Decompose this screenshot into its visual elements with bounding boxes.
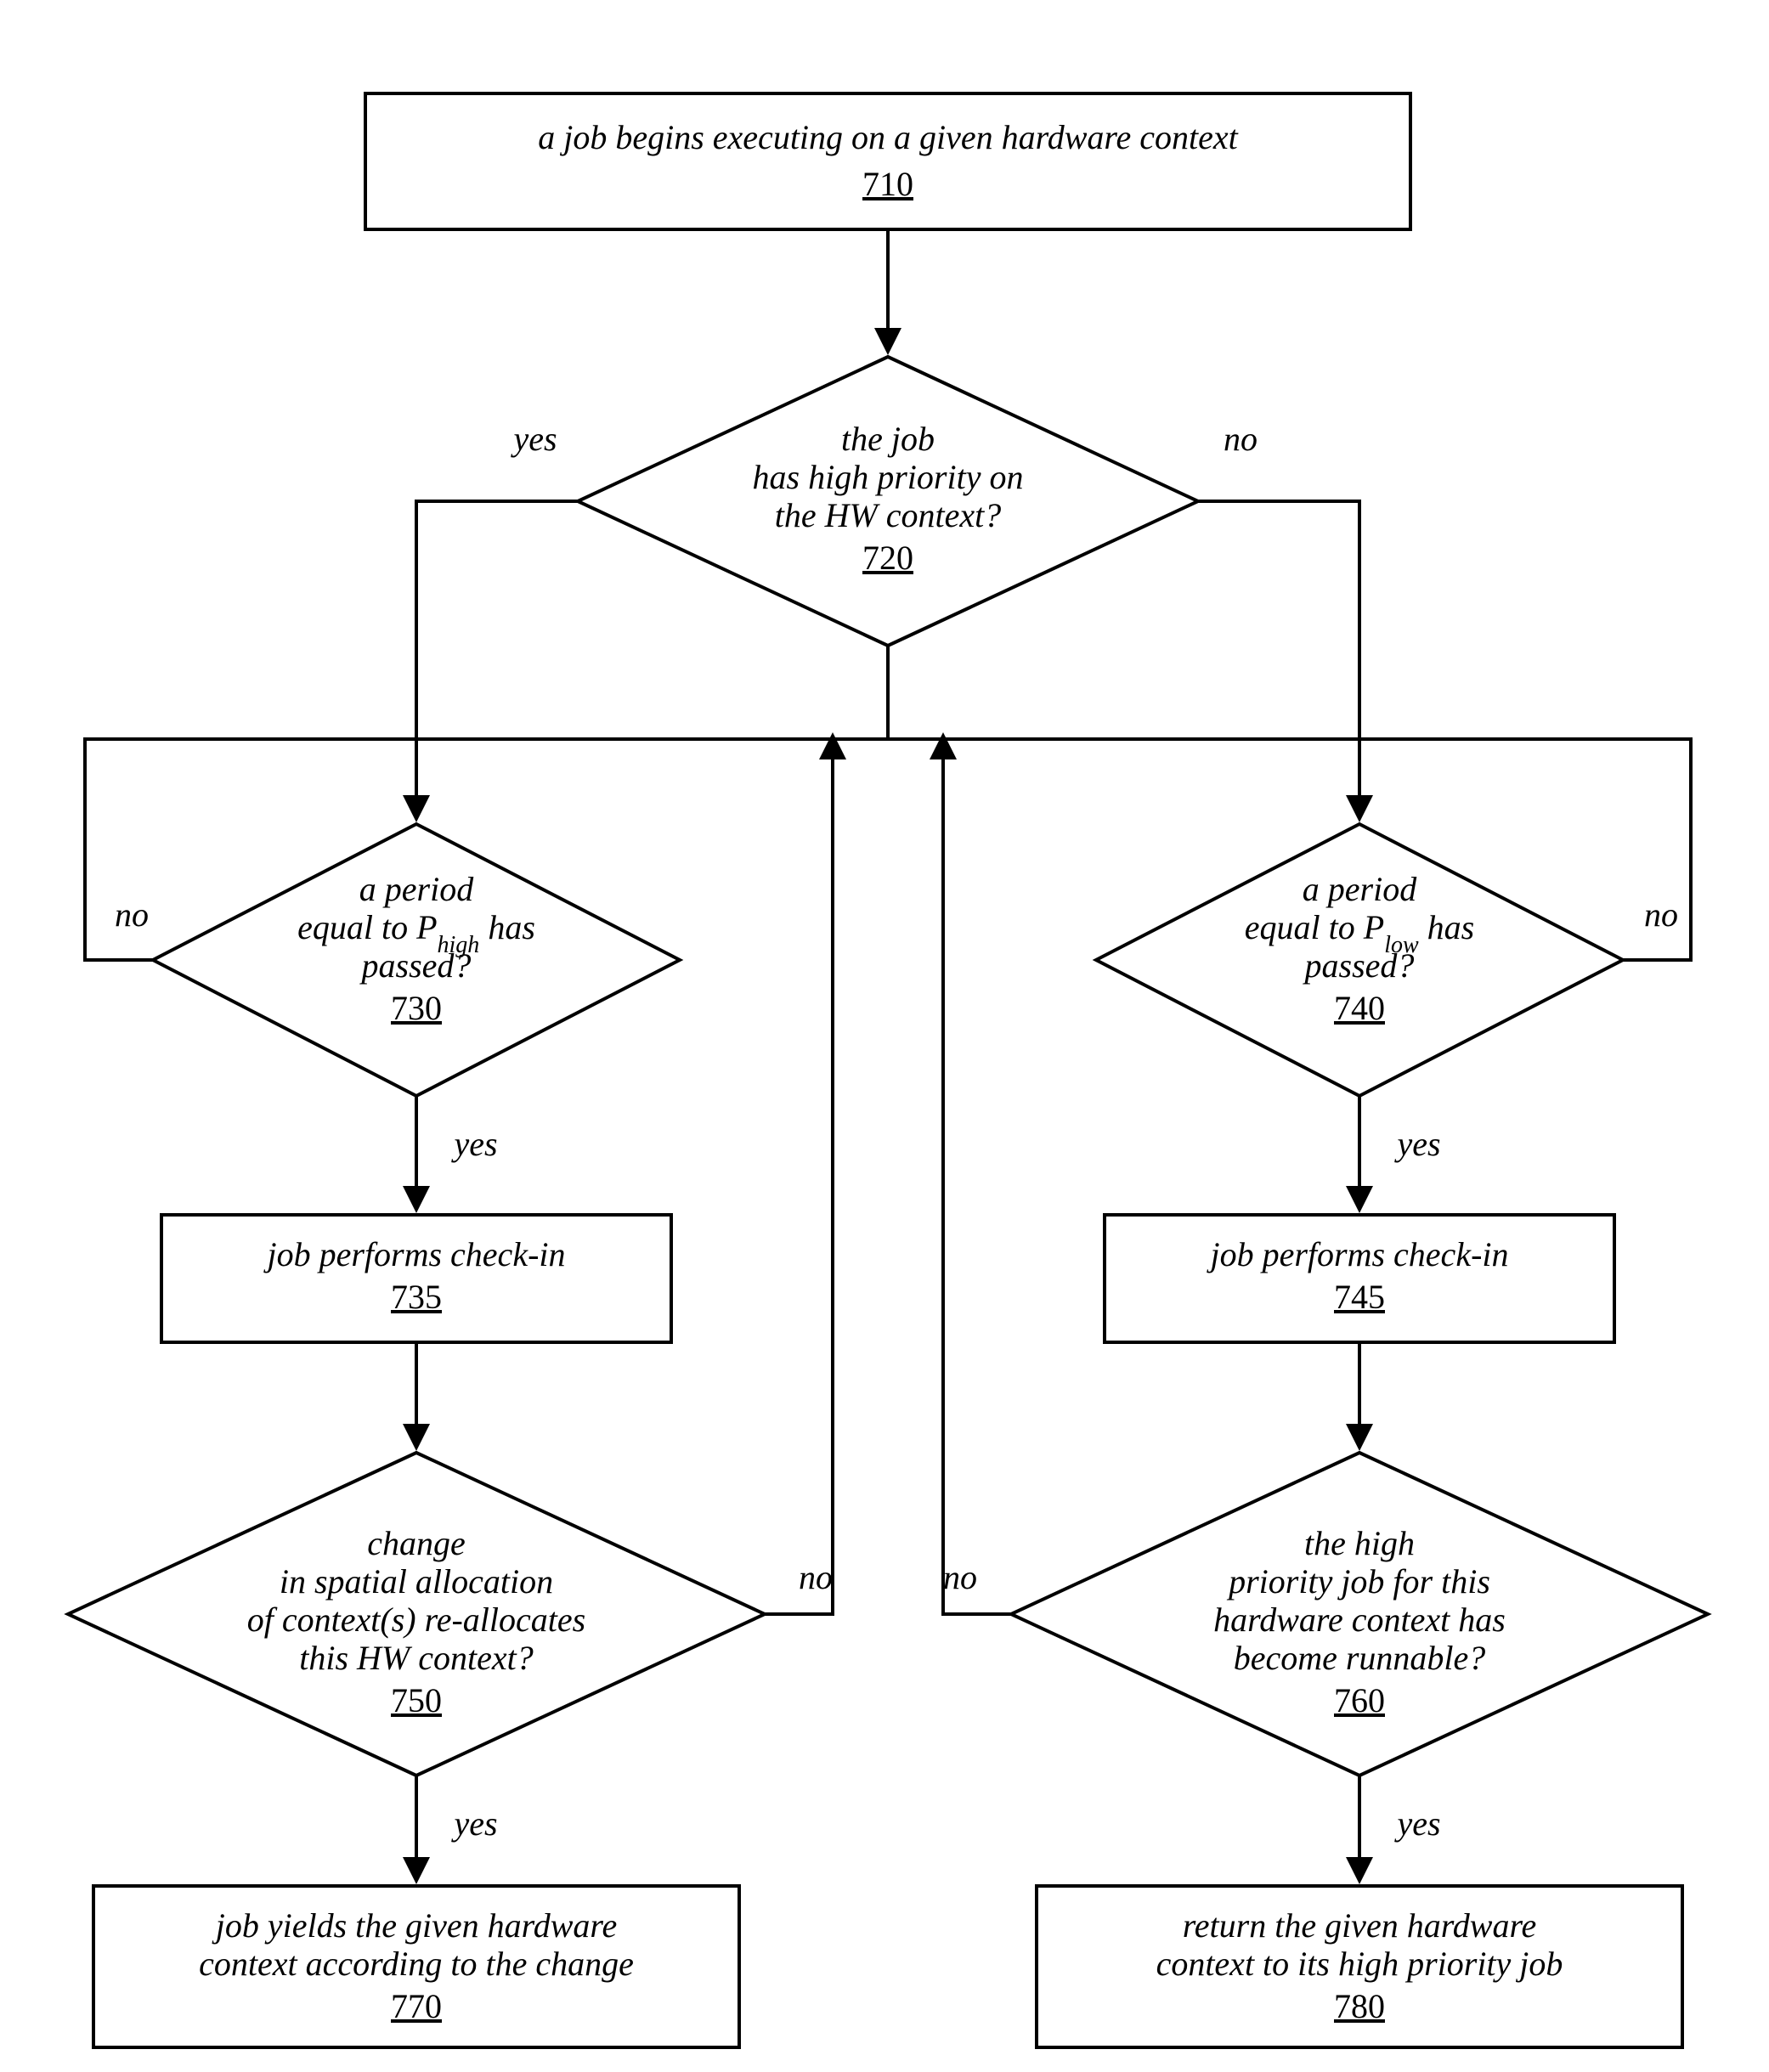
node-780-l2: context to its high priority job [1156, 1945, 1563, 1983]
node-760-l2: priority job for this [1226, 1562, 1490, 1601]
node-750-ref: 750 [391, 1681, 442, 1719]
label-720-yes: yes [510, 420, 557, 458]
node-750-l3: of context(s) re-allocates [247, 1601, 585, 1639]
node-720-l2: has high priority on [753, 458, 1024, 496]
node-760-l3: hardware context has [1213, 1601, 1506, 1639]
node-720-ref: 720 [862, 539, 913, 577]
node-760: the high priority job for this hardware … [1011, 1453, 1708, 1776]
node-770-l2: context according to the change [199, 1945, 634, 1983]
node-730-l3: passed? [359, 946, 472, 985]
node-740: a period equal to Plow has passed? 740 [1096, 824, 1623, 1096]
node-730-ref: 730 [391, 989, 442, 1027]
node-735-text: job performs check-in [263, 1235, 565, 1273]
node-780-l1: return the given hardware [1183, 1906, 1537, 1945]
node-770-ref: 770 [391, 1987, 442, 2025]
arrow-750-no [765, 739, 833, 1614]
node-770-l1: job yields the given hardware [212, 1906, 618, 1945]
arrow-720-730 [416, 501, 578, 816]
node-740-l1: a period [1303, 870, 1417, 908]
label-730-no: no [115, 895, 149, 934]
node-710-text: a job begins executing on a given hardwa… [538, 118, 1238, 156]
node-770: job yields the given hardware context ac… [93, 1886, 739, 2047]
node-780: return the given hardware context to its… [1037, 1886, 1682, 2047]
arrow-720-740 [1198, 501, 1359, 816]
label-720-no: no [1224, 420, 1258, 458]
node-780-ref: 780 [1334, 1987, 1385, 2025]
node-750-l1: change [367, 1524, 466, 1562]
label-760-no: no [943, 1558, 977, 1596]
node-730-l1: a period [359, 870, 474, 908]
node-710-ref: 710 [862, 165, 913, 203]
label-750-no: no [799, 1558, 833, 1596]
flowchart: a job begins executing on a given hardwa… [0, 0, 1769, 2072]
arrow-720-junction-left [416, 646, 888, 739]
node-750-l4: this HW context? [299, 1639, 534, 1677]
node-745: job performs check-in 745 [1105, 1215, 1614, 1342]
node-760-l1: the high [1304, 1524, 1415, 1562]
node-710: a job begins executing on a given hardwa… [365, 93, 1410, 229]
node-740-l3: passed? [1303, 946, 1415, 985]
label-740-no: no [1644, 895, 1678, 934]
node-720-l1: the job [841, 420, 935, 458]
arrow-760-no [943, 739, 1011, 1614]
node-760-ref: 760 [1334, 1681, 1385, 1719]
node-735: job performs check-in 735 [161, 1215, 671, 1342]
label-750-yes: yes [450, 1804, 497, 1843]
node-750: change in spatial allocation of context(… [68, 1453, 765, 1776]
node-750-l2: in spatial allocation [280, 1562, 553, 1601]
node-720-l3: the HW context? [775, 496, 1002, 534]
node-735-ref: 735 [391, 1278, 442, 1316]
node-740-ref: 740 [1334, 989, 1385, 1027]
node-760-l4: become runnable? [1234, 1639, 1486, 1677]
label-760-yes: yes [1393, 1804, 1440, 1843]
node-720: the job has high priority on the HW cont… [578, 357, 1198, 646]
node-745-ref: 745 [1334, 1278, 1385, 1316]
node-730: a period equal to Phigh has passed? 730 [153, 824, 680, 1096]
node-745-text: job performs check-in [1206, 1235, 1508, 1273]
label-740-yes: yes [1393, 1125, 1440, 1163]
label-730-yes: yes [450, 1125, 497, 1163]
